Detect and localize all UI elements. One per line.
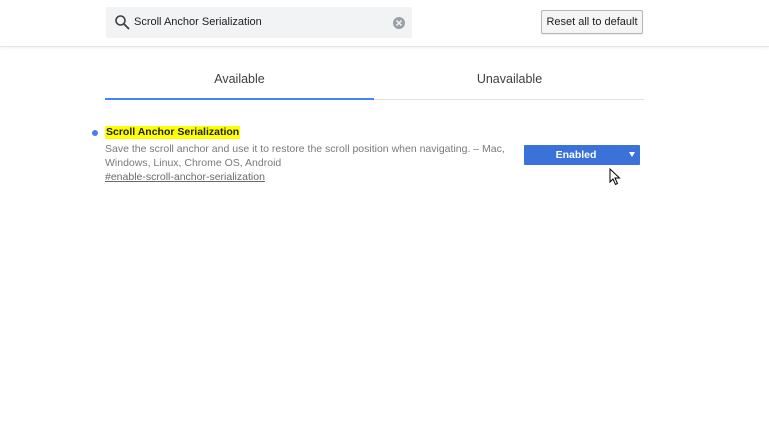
flag-description: Save the scroll anchor and use it to res… <box>105 143 505 169</box>
flag-state-value: Enabled <box>555 149 597 161</box>
tab-unavailable[interactable]: Unavailable <box>375 60 644 99</box>
search-box[interactable] <box>106 7 412 38</box>
flag-permalink[interactable]: #enable-scroll-anchor-serialization <box>105 171 265 183</box>
reset-all-button[interactable]: Reset all to default <box>541 10 643 34</box>
clear-icon[interactable] <box>392 16 406 30</box>
header-bar: Reset all to default <box>0 0 769 47</box>
flag-title: Scroll Anchor Serialization <box>105 126 241 139</box>
tab-selected-indicator <box>105 98 374 100</box>
flag-state-select[interactable]: Enabled <box>524 145 640 165</box>
modified-dot-icon <box>92 130 98 136</box>
search-input[interactable] <box>134 12 384 32</box>
tab-bar: Available Unavailable <box>105 60 644 100</box>
tab-available[interactable]: Available <box>105 60 374 99</box>
caret-down-icon <box>629 152 635 157</box>
mouse-cursor-icon <box>609 168 621 186</box>
search-icon <box>115 15 130 30</box>
